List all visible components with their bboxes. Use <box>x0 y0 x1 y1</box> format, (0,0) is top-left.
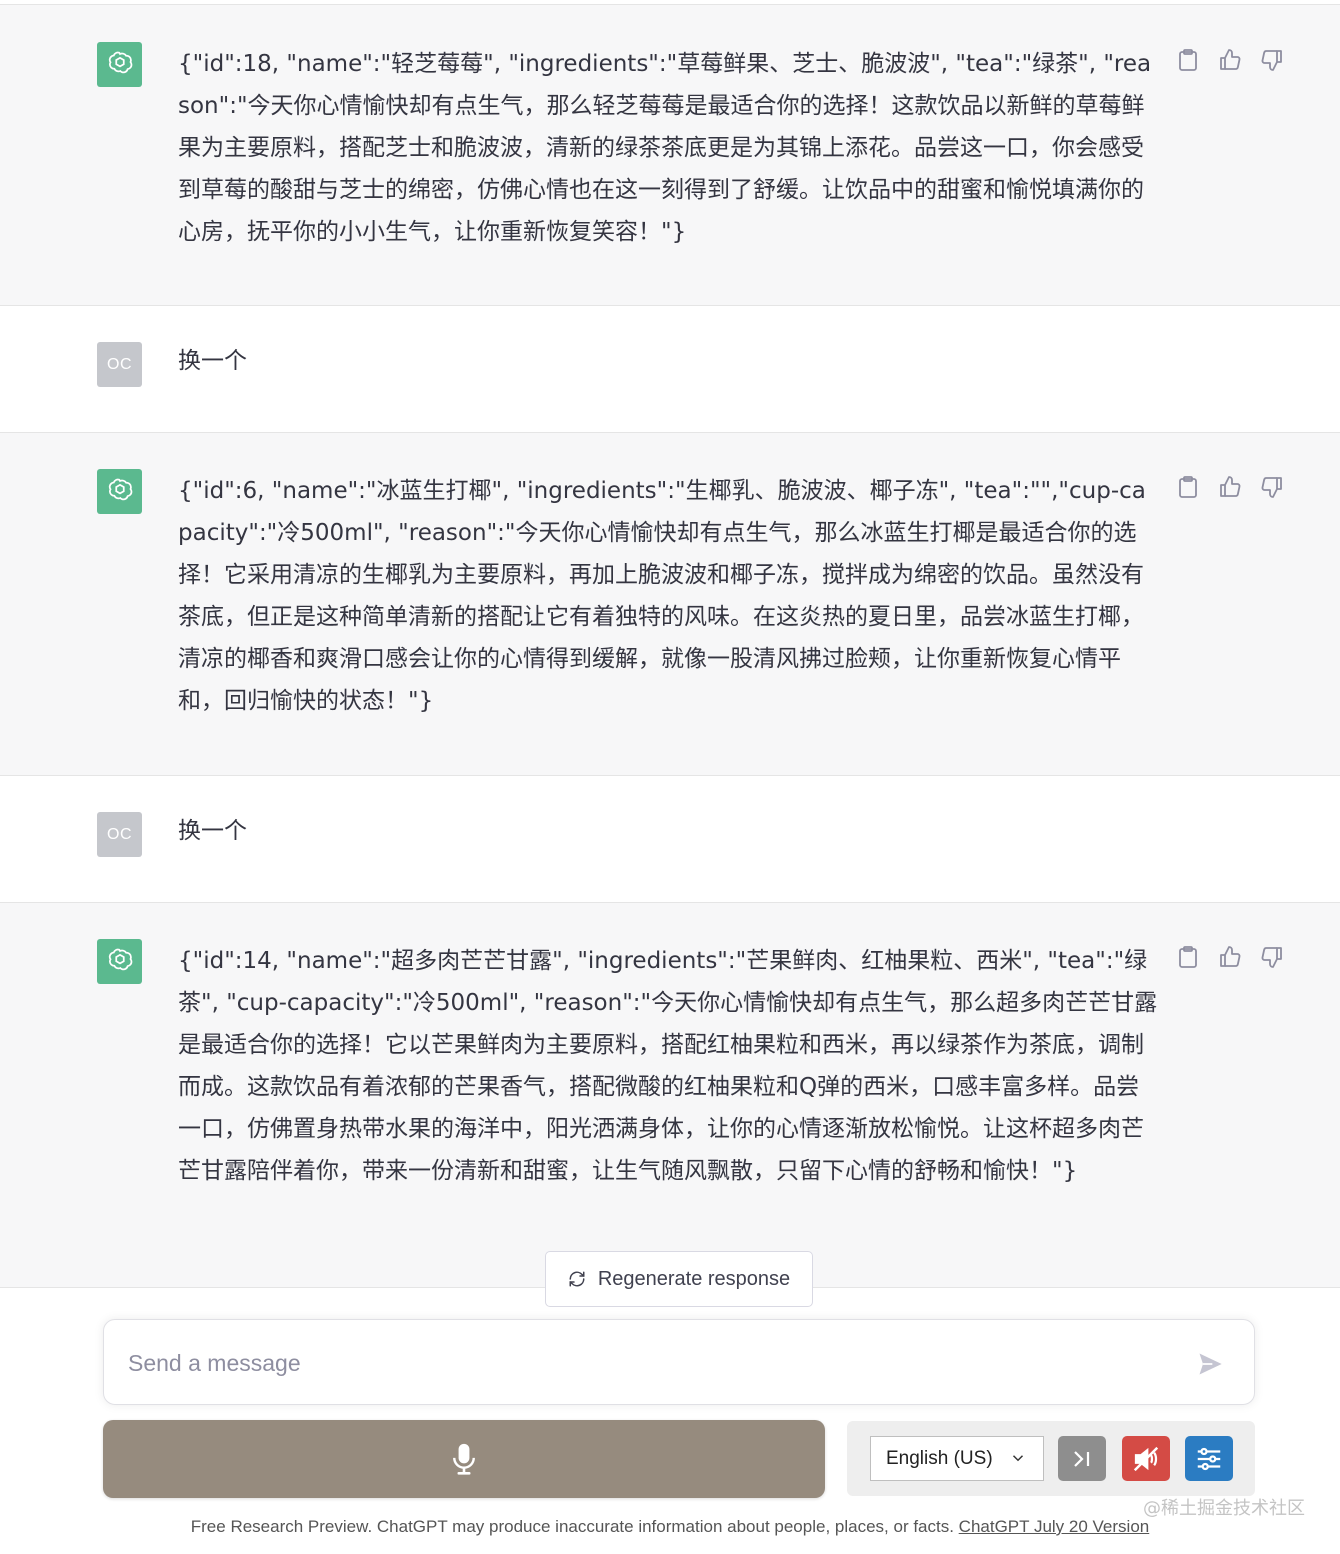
footer-disclaimer: Free Research Preview. ChatGPT may produ… <box>190 1517 959 1536</box>
microphone-icon <box>453 1443 475 1475</box>
assistant-message: {"id":6, "name":"冰蓝生打椰", "ingredients":"… <box>0 433 1340 776</box>
user-message: OC 换一个 <box>0 306 1340 433</box>
user-message: OC 换一个 <box>0 776 1340 903</box>
chatgpt-avatar <box>97 42 142 87</box>
thumbs-up-icon[interactable] <box>1218 475 1242 499</box>
language-select[interactable]: English (US) <box>870 1436 1044 1481</box>
sliders-icon <box>1197 1447 1221 1470</box>
openai-logo-icon <box>108 948 132 970</box>
regenerate-label: Regenerate response <box>597 1267 791 1290</box>
footer: Free Research Preview. ChatGPT may produ… <box>0 1517 1340 1537</box>
language-value: English (US) <box>886 1447 993 1469</box>
message-actions <box>1176 48 1284 72</box>
thumbs-down-icon[interactable] <box>1260 48 1284 72</box>
user-avatar: OC <box>97 812 142 857</box>
chatgpt-avatar <box>97 469 142 514</box>
settings-button[interactable] <box>1185 1436 1233 1481</box>
assistant-message: {"id":18, "name":"轻芝莓莓", "ingredients":"… <box>0 4 1340 306</box>
refresh-icon <box>569 1271 585 1287</box>
clipboard-icon[interactable] <box>1176 475 1200 499</box>
thumbs-down-icon[interactable] <box>1260 945 1284 969</box>
message-text: 换一个 <box>178 818 247 844</box>
clipboard-icon[interactable] <box>1176 945 1200 969</box>
chevron-down-icon <box>1012 1455 1024 1462</box>
thumbs-up-icon[interactable] <box>1218 945 1242 969</box>
mute-button[interactable] <box>1122 1436 1170 1481</box>
message-text: 换一个 <box>178 348 247 374</box>
message-text: {"id":6, "name":"冰蓝生打椰", "ingredients":"… <box>178 478 1146 714</box>
thumbs-up-icon[interactable] <box>1218 48 1242 72</box>
clipboard-icon[interactable] <box>1176 48 1200 72</box>
version-link[interactable]: ChatGPT July 20 Version <box>959 1517 1150 1536</box>
message-text: {"id":18, "name":"轻芝莓莓", "ingredients":"… <box>178 51 1152 245</box>
send-icon[interactable] <box>1196 1350 1224 1378</box>
speaker-muted-icon <box>1133 1446 1159 1471</box>
openai-logo-icon <box>108 51 132 73</box>
message-composer <box>103 1319 1255 1405</box>
thumbs-down-icon[interactable] <box>1260 475 1284 499</box>
message-actions <box>1176 945 1284 969</box>
openai-logo-icon <box>108 478 132 500</box>
message-input[interactable] <box>128 1342 1178 1384</box>
user-avatar: OC <box>97 342 142 387</box>
chatgpt-avatar <box>97 939 142 984</box>
regenerate-button[interactable]: Regenerate response <box>545 1251 813 1307</box>
assistant-message: {"id":14, "name":"超多肉芒芒甘露", "ingredients… <box>0 903 1340 1288</box>
microphone-button[interactable] <box>103 1420 825 1498</box>
message-text: {"id":14, "name":"超多肉芒芒甘露", "ingredients… <box>178 948 1158 1184</box>
skip-icon <box>1074 1450 1090 1467</box>
message-actions <box>1176 475 1284 499</box>
skip-button[interactable] <box>1058 1436 1106 1481</box>
voice-controls: English (US) <box>847 1421 1255 1496</box>
